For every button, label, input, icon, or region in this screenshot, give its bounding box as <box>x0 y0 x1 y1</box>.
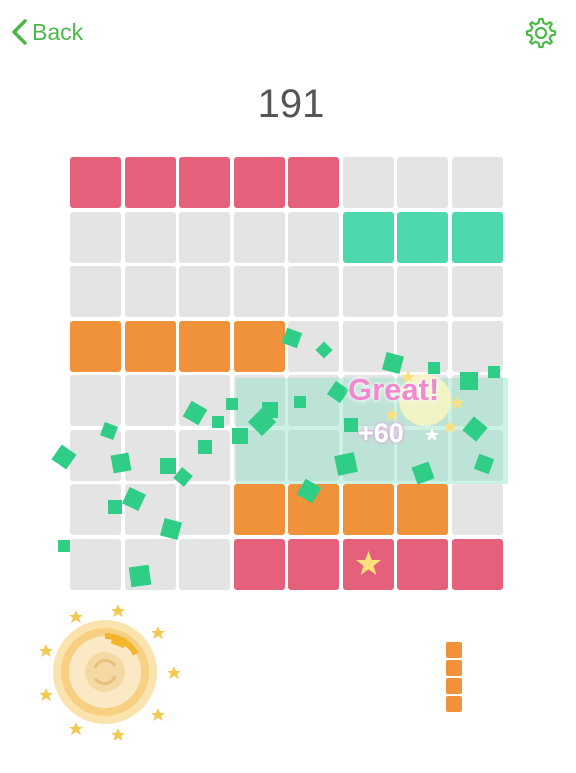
board-cell[interactable] <box>124 320 176 372</box>
board-cell[interactable] <box>124 211 176 263</box>
next-piece-block <box>446 696 462 712</box>
board-cell[interactable] <box>179 157 230 208</box>
board-cell[interactable] <box>70 157 121 208</box>
board-cell[interactable] <box>397 157 448 208</box>
board-cell[interactable] <box>397 538 448 590</box>
board-cell[interactable] <box>179 211 230 263</box>
back-button[interactable]: Back <box>10 16 83 48</box>
board-cell[interactable] <box>70 484 121 535</box>
board-cell[interactable] <box>124 538 176 590</box>
board-cell[interactable] <box>70 320 121 372</box>
board-cell[interactable] <box>451 266 503 317</box>
board-cell[interactable] <box>124 484 176 535</box>
settings-button[interactable] <box>522 14 558 50</box>
board-cell[interactable] <box>451 484 503 535</box>
board-cell[interactable] <box>397 320 448 372</box>
board-cell[interactable] <box>124 157 176 208</box>
gear-icon <box>525 17 557 49</box>
board-cell[interactable] <box>233 484 285 535</box>
board-cell[interactable] <box>342 320 394 372</box>
next-piece-block <box>446 642 462 658</box>
back-label: Back <box>32 18 84 45</box>
next-piece[interactable] <box>446 642 464 716</box>
board-cell[interactable] <box>179 266 230 317</box>
next-piece-block <box>446 678 462 694</box>
star-icon <box>355 550 381 575</box>
board-cell[interactable] <box>288 320 339 372</box>
board-cell[interactable] <box>342 484 394 535</box>
board-cell[interactable] <box>342 157 394 208</box>
board-cell[interactable] <box>233 320 285 372</box>
board-cell[interactable] <box>397 429 448 481</box>
board-cell[interactable] <box>397 484 448 535</box>
board-cell[interactable] <box>288 538 339 590</box>
board-cell[interactable] <box>397 266 448 317</box>
board-cell[interactable] <box>233 538 285 590</box>
board-cell[interactable] <box>451 429 503 481</box>
board-cell[interactable] <box>124 375 176 426</box>
board-cell[interactable] <box>342 266 394 317</box>
board-cell[interactable] <box>179 484 230 535</box>
board-cell[interactable] <box>70 211 121 263</box>
board-cell[interactable] <box>288 484 339 535</box>
board-cell[interactable] <box>342 211 394 263</box>
board-cell[interactable] <box>288 157 339 208</box>
board-cell[interactable] <box>288 211 339 263</box>
board-cell[interactable] <box>451 375 503 426</box>
board-cell[interactable] <box>233 429 285 481</box>
board-cell[interactable] <box>288 375 339 426</box>
board-cell[interactable] <box>179 320 230 372</box>
bomb-icon <box>39 604 181 741</box>
board-cell[interactable] <box>179 375 230 426</box>
board-cell-star[interactable] <box>342 538 394 590</box>
chevron-left-icon <box>12 19 27 45</box>
board-cell[interactable] <box>397 211 448 263</box>
board-cell[interactable] <box>288 429 339 481</box>
board-cell[interactable] <box>70 266 121 317</box>
board-cell[interactable] <box>342 375 394 426</box>
board-cell[interactable] <box>233 157 285 208</box>
board-cell[interactable] <box>451 211 503 263</box>
board-cell[interactable] <box>397 375 448 426</box>
board-cell[interactable] <box>288 266 339 317</box>
board-cell[interactable] <box>70 538 121 590</box>
board-cell[interactable] <box>70 375 121 426</box>
board-cell[interactable] <box>342 429 394 481</box>
score-display: 191 <box>257 82 325 126</box>
board-cell[interactable] <box>124 429 176 481</box>
top-bar: Back <box>0 0 576 64</box>
board-cell[interactable] <box>451 320 503 372</box>
board-cell[interactable] <box>233 211 285 263</box>
board-cell[interactable] <box>451 157 503 208</box>
board-cell[interactable] <box>451 538 503 590</box>
bomb-powerup-button[interactable] <box>39 600 181 741</box>
board-cell[interactable] <box>233 375 285 426</box>
board-cell[interactable] <box>124 266 176 317</box>
board-cell[interactable] <box>70 429 121 481</box>
game-board[interactable] <box>70 157 508 595</box>
board-cell[interactable] <box>233 266 285 317</box>
board-cell[interactable] <box>179 429 230 481</box>
next-piece-block <box>446 660 462 676</box>
board-cell[interactable] <box>179 538 230 590</box>
